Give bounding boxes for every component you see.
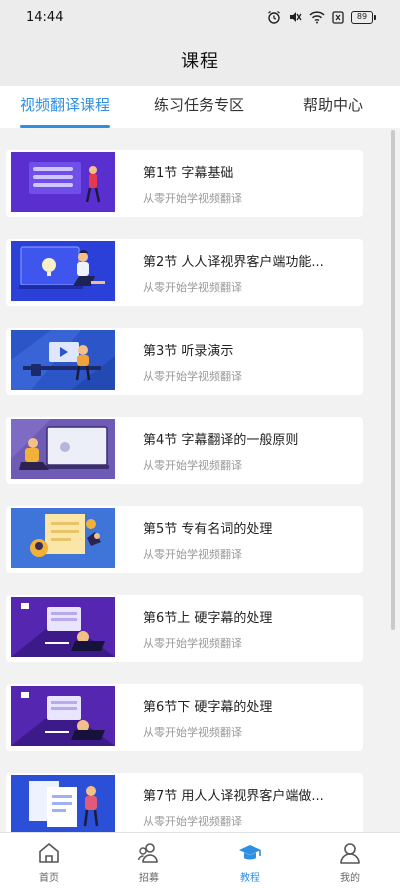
course-subtitle: 从零开始学视频翻译: [143, 726, 242, 739]
course-subtitle: 从零开始学视频翻译: [143, 192, 242, 205]
course-title: 第6节下 硬字幕的处理: [143, 700, 273, 715]
course-card-8[interactable]: 第7节 用人人译视界客户端做... 从零开始学视频翻译: [6, 773, 363, 832]
course-title: 第2节 人人译视界客户端功能...: [143, 255, 324, 270]
bottom-nav: 首页 招募 教程 我的: [0, 832, 400, 888]
nav-label: 教程: [240, 873, 260, 884]
graduation-cap-icon: [239, 845, 261, 860]
nav-label: 招募: [139, 873, 159, 884]
client-workflow-illustration: [11, 775, 115, 832]
alarm-icon: [268, 10, 280, 24]
course-card-1[interactable]: 第1节 字幕基础 从零开始学视频翻译: [6, 150, 363, 217]
course-subtitle: 从零开始学视频翻译: [143, 637, 242, 650]
sim-icon: [332, 10, 344, 24]
course-title: 第7节 用人人译视界客户端做...: [143, 789, 324, 804]
course-card-6[interactable]: 第6节上 硬字幕的处理 从零开始学视频翻译: [6, 595, 363, 662]
nav-item-tutorial[interactable]: 教程: [220, 833, 280, 888]
course-card-4[interactable]: 第4节 字幕翻译的一般原则 从零开始学视频翻译: [6, 417, 363, 484]
tab-video-translation-course[interactable]: 视频翻译课程: [20, 86, 111, 128]
tab-practice-tasks[interactable]: 练习任务专区: [154, 86, 244, 128]
scrollbar[interactable]: [391, 130, 395, 630]
nav-item-home[interactable]: 首页: [19, 833, 79, 888]
translation-principles-illustration: [11, 419, 115, 479]
page-title: 课程: [181, 51, 219, 72]
course-title: 第4节 字幕翻译的一般原则: [143, 433, 299, 448]
battery-cap: [374, 14, 376, 20]
hard-subtitles-illustration: [11, 597, 115, 657]
course-list[interactable]: 第1节 字幕基础 从零开始学视频翻译 第2节 人人译视界客户端功能... 从零开…: [0, 128, 400, 832]
course-card-5[interactable]: 第5节 专有名词的处理 从零开始学视频翻译: [6, 506, 363, 573]
subtitle-basics-illustration: [11, 152, 115, 212]
course-title: 第5节 专有名词的处理: [143, 522, 273, 537]
wifi-icon: [309, 11, 325, 24]
course-subtitle: 从零开始学视频翻译: [143, 815, 242, 828]
tab-label: 视频翻译课程: [20, 96, 111, 114]
mute-icon: [290, 12, 302, 22]
recruit-icon: [137, 843, 158, 863]
course-subtitle: 从零开始学视频翻译: [143, 281, 242, 294]
course-title: 第3节 听录演示: [143, 344, 234, 359]
status-icons: 89: [267, 10, 376, 24]
course-card-7[interactable]: 第6节下 硬字幕的处理 从零开始学视频翻译: [6, 684, 363, 751]
course-card-3[interactable]: 第3节 听录演示 从零开始学视频翻译: [6, 328, 363, 395]
status-time: 14:44: [26, 9, 64, 25]
course-card-2[interactable]: 第2节 人人译视界客户端功能... 从零开始学视频翻译: [6, 239, 363, 306]
battery-indicator: 89: [351, 10, 376, 24]
transcription-demo-illustration: [11, 330, 115, 390]
tab-label: 帮助中心: [303, 96, 364, 114]
nav-label: 我的: [340, 873, 360, 884]
tab-bar: 视频翻译课程 练习任务专区 帮助中心: [0, 86, 400, 128]
hard-subtitles-illustration: [11, 686, 115, 746]
nav-label: 首页: [39, 873, 59, 884]
client-features-illustration: [11, 241, 115, 301]
status-bar: 14:44 89: [0, 0, 400, 34]
battery-level: 89: [351, 10, 373, 24]
tab-help-center[interactable]: 帮助中心: [303, 86, 363, 128]
proper-nouns-illustration: [11, 508, 115, 568]
profile-icon: [340, 843, 360, 864]
home-icon: [39, 843, 59, 863]
tab-label: 练习任务专区: [154, 96, 245, 114]
nav-item-recruit[interactable]: 招募: [119, 833, 179, 888]
course-subtitle: 从零开始学视频翻译: [143, 459, 242, 472]
nav-item-profile[interactable]: 我的: [320, 833, 380, 888]
course-title: 第1节 字幕基础: [143, 166, 234, 181]
app-header: 课程: [0, 34, 400, 86]
course-subtitle: 从零开始学视频翻译: [143, 548, 242, 561]
course-title: 第6节上 硬字幕的处理: [143, 611, 273, 626]
course-subtitle: 从零开始学视频翻译: [143, 370, 242, 383]
